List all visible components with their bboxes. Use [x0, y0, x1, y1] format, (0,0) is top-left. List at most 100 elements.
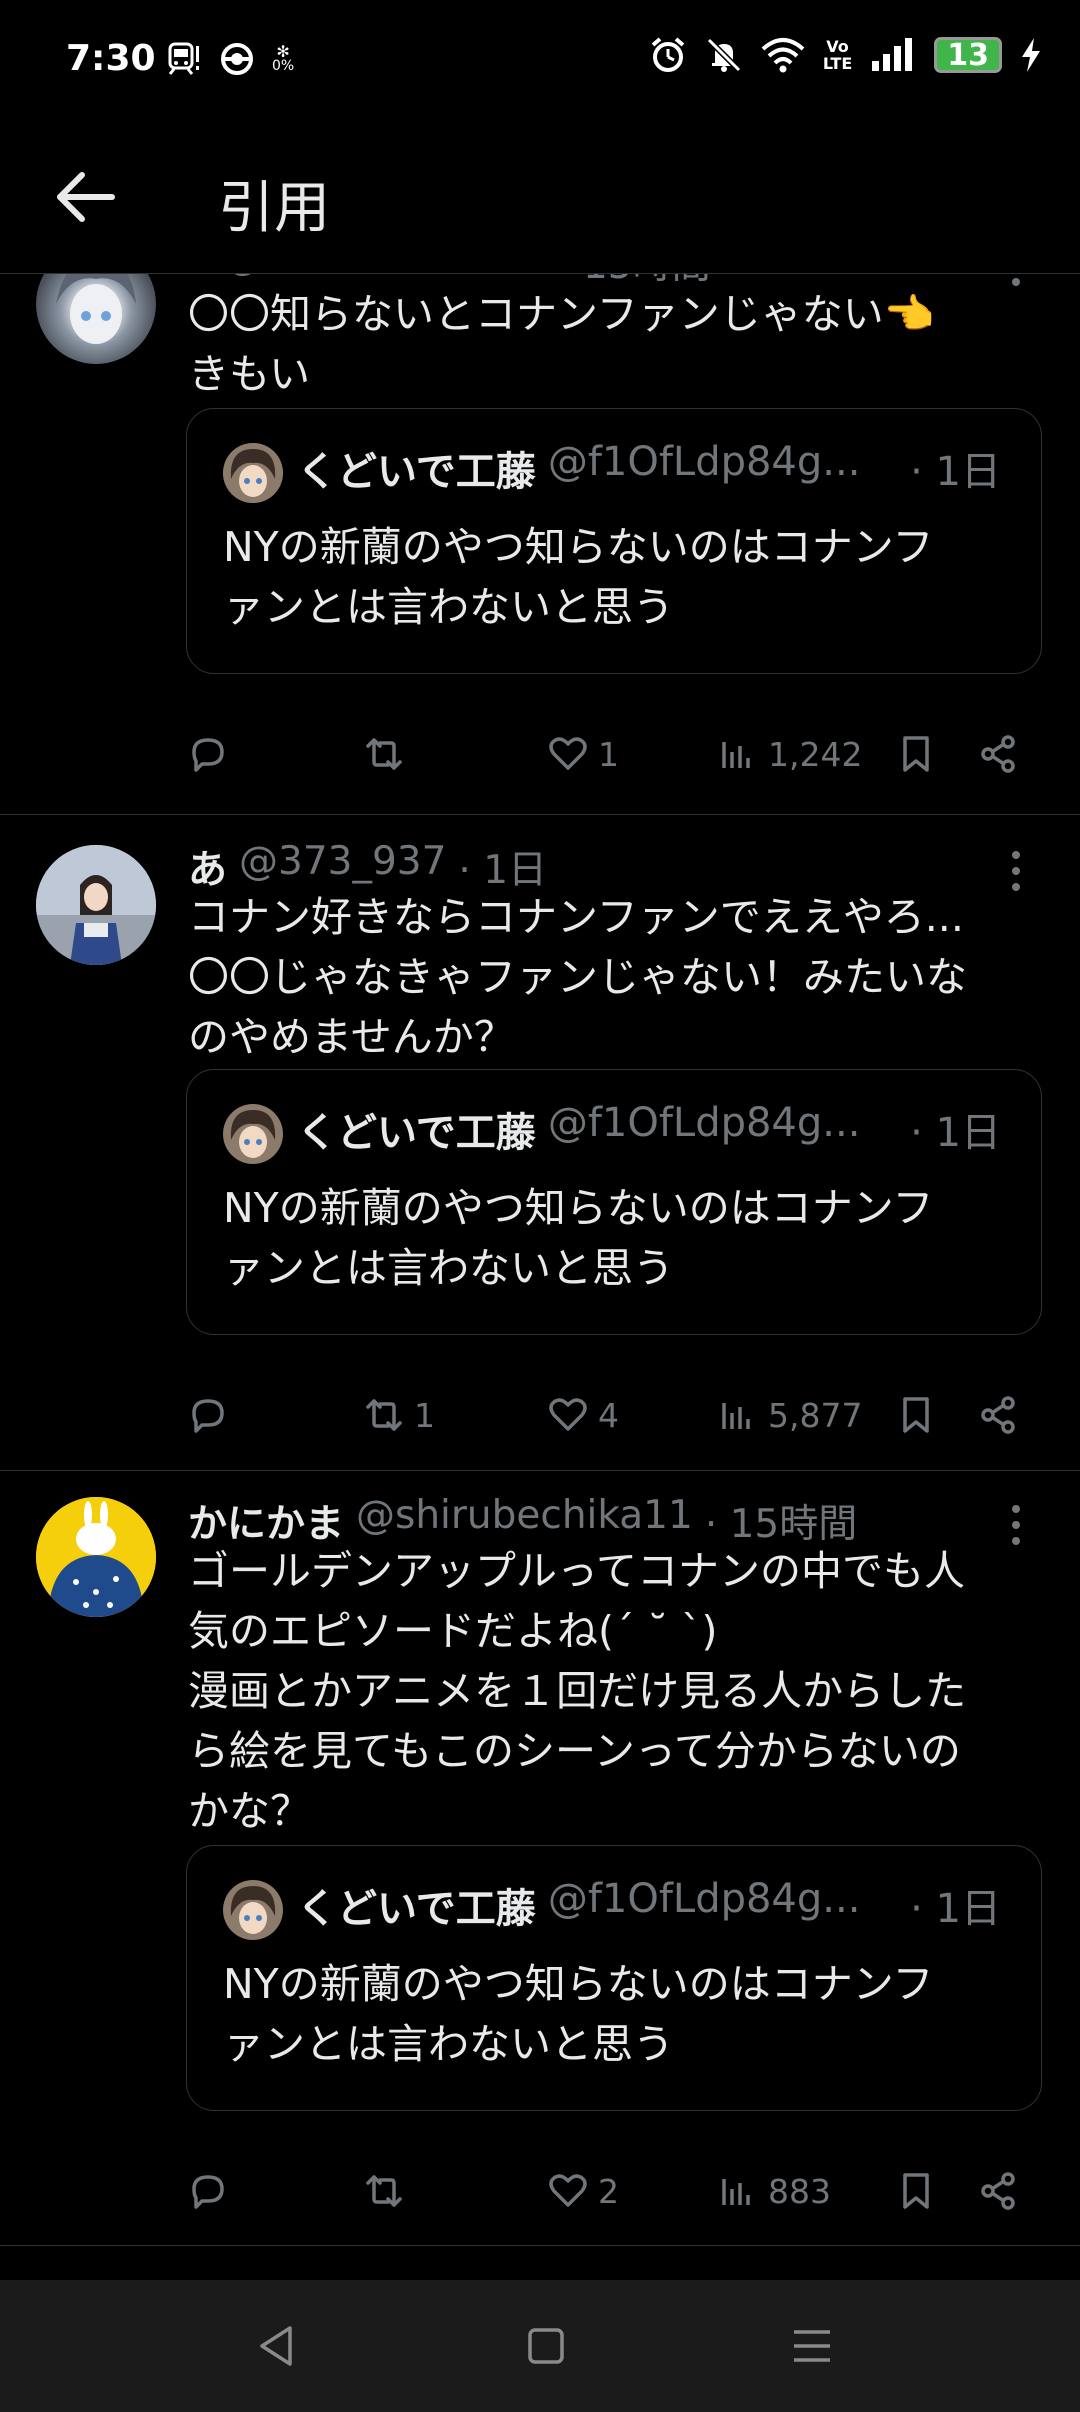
avatar-image — [36, 1497, 156, 1617]
page-title: 引用 — [218, 176, 330, 241]
retweet-icon — [366, 1399, 402, 1431]
reply-icon — [192, 738, 224, 772]
reply-button[interactable] — [186, 724, 238, 784]
heart-icon — [549, 2174, 587, 2207]
retweet-button[interactable] — [362, 724, 414, 784]
quoted-avatar — [223, 1104, 283, 1164]
analytics-icon — [722, 2179, 750, 2205]
arrow-left-icon — [57, 172, 115, 222]
back-button[interactable] — [54, 165, 118, 229]
quoted-avatar — [223, 1880, 283, 1940]
status-right-icons: Vo LTE 13 — [649, 36, 1042, 74]
status-bar: 7:30 ✻ 0% Vo LTE 13 — [0, 0, 1080, 125]
more-options-button[interactable] — [1006, 851, 1026, 891]
system-navigation-bar — [0, 2280, 1080, 2412]
share-icon — [981, 1396, 1015, 1434]
analytics-icon — [722, 742, 750, 768]
retweet-button[interactable]: 1 — [362, 1385, 435, 1445]
charging-icon — [1022, 38, 1040, 72]
quoted-time: · 1日 — [910, 1110, 1001, 1156]
tweet-text: 〇〇知らないとコナンファンじゃない👈 きもい — [188, 290, 935, 398]
avatar[interactable] — [36, 1497, 156, 1617]
views-button[interactable]: 1,242 — [716, 724, 862, 784]
signal-icon — [872, 38, 913, 71]
tweet[interactable]: かにかま @shirubechika11 · 15時間 ゴールデンアップルってコ… — [0, 1471, 1080, 2246]
quoted-name: くどいで工藤 — [297, 449, 536, 495]
like-button[interactable]: 1 — [546, 724, 619, 784]
bookmark-icon — [903, 2173, 929, 2209]
quoted-text: NYの新蘭のやつ知らないのはコナンフ ァンとは言わないと思う — [223, 1960, 934, 2068]
quoted-tweet[interactable]: くどいで工藤 @f1OfLdp84g... · 1日 NYの新蘭のやつ知らないの… — [186, 408, 1042, 674]
alarm-icon — [651, 37, 685, 72]
tweet-text: コナン好きならコナンファンでええやろ... 〇〇じゃなきゃファンじゃない！みたい… — [188, 893, 967, 1061]
tweet-actions: 2 883 — [186, 2161, 1046, 2221]
status-time: 7:30 — [66, 38, 156, 79]
avatar[interactable] — [36, 274, 156, 364]
nav-home-icon — [528, 2328, 564, 2364]
nav-recents-button[interactable] — [786, 2320, 838, 2372]
train-icon — [168, 42, 199, 75]
reply-icon — [192, 2175, 224, 2209]
avatar-image — [36, 845, 156, 965]
status-left-icons: ✻ 0% — [166, 42, 294, 76]
tweet[interactable]: • @OSIGABUNOMI · 15時間 〇〇知らないとコナンファンじゃない👈… — [0, 274, 1080, 815]
quoted-handle: @f1OfLdp84g... — [547, 439, 861, 485]
quoted-handle: @f1OfLdp84g... — [547, 1100, 861, 1146]
views-button[interactable]: 5,877 — [716, 1385, 862, 1445]
retweet-icon — [366, 2175, 402, 2207]
quoted-tweet[interactable]: くどいで工藤 @f1OfLdp84g... · 1日 NYの新蘭のやつ知らないの… — [186, 1845, 1042, 2111]
quoted-tweet[interactable]: くどいで工藤 @f1OfLdp84g... · 1日 NYの新蘭のやつ知らないの… — [186, 1069, 1042, 1335]
retweet-icon — [366, 738, 402, 770]
reply-icon — [192, 1399, 224, 1433]
reply-button[interactable] — [186, 2161, 238, 2221]
mute-icon — [706, 37, 741, 73]
wifi-icon — [761, 38, 805, 73]
avatar[interactable] — [36, 845, 156, 965]
share-button[interactable] — [976, 724, 1020, 784]
quoted-name: くどいで工藤 — [297, 1886, 536, 1932]
analytics-icon — [722, 1403, 750, 1429]
like-button[interactable]: 2 — [546, 2161, 619, 2221]
quoted-name: くどいで工藤 — [297, 1110, 536, 1156]
share-button[interactable] — [976, 2161, 1020, 2221]
heart-icon — [549, 737, 587, 770]
quoted-header: くどいで工藤 @f1OfLdp84g... — [297, 1100, 860, 1158]
tweet[interactable]: あ @373_937 · 1日 コナン好きならコナンファンでええやろ... 〇〇… — [0, 815, 1080, 1471]
share-icon — [981, 735, 1015, 773]
tweet-text: ゴールデンアップルってコナンの中でも人 気のエピソードだよね(ˊ ˘ ˋ) 漫画… — [188, 1547, 967, 1835]
bookmark-icon — [903, 1397, 929, 1433]
sync-icon — [221, 43, 253, 75]
nav-back-icon — [260, 2326, 292, 2366]
bookmark-button[interactable] — [894, 2161, 938, 2221]
more-options-button[interactable] — [1006, 1505, 1026, 1545]
volte-icon: Vo LTE — [822, 37, 853, 73]
reply-button[interactable] — [186, 1385, 238, 1445]
quoted-handle: @f1OfLdp84g... — [547, 1876, 861, 1922]
quoted-time: · 1日 — [910, 1886, 1001, 1932]
battery-indicator: 13 — [934, 37, 1002, 73]
tweet-actions: 1 4 5,877 — [186, 1385, 1046, 1445]
quoted-header: くどいで工藤 @f1OfLdp84g... — [297, 1876, 860, 1934]
views-button[interactable]: 883 — [716, 2161, 831, 2221]
heart-icon — [549, 1398, 587, 1431]
tweet-actions: 1 1,242 — [186, 724, 1046, 784]
nav-menu-icon — [794, 2330, 830, 2362]
share-button[interactable] — [976, 1385, 1020, 1445]
share-icon — [981, 2172, 1015, 2210]
quoted-header: くどいで工藤 @f1OfLdp84g... — [297, 439, 860, 497]
avatar-image — [56, 274, 136, 344]
bookmark-button[interactable] — [894, 724, 938, 784]
bookmark-button[interactable] — [894, 1385, 938, 1445]
nav-back-button[interactable] — [252, 2320, 304, 2372]
quoted-text: NYの新蘭のやつ知らないのはコナンフ ァンとは言わないと思う — [223, 523, 934, 631]
retweet-button[interactable] — [362, 2161, 414, 2221]
bookmark-icon — [903, 736, 929, 772]
like-button[interactable]: 4 — [546, 1385, 619, 1445]
quoted-avatar — [223, 443, 283, 503]
nav-home-button[interactable] — [520, 2320, 572, 2372]
quoted-text: NYの新蘭のやつ知らないのはコナンフ ァンとは言わないと思う — [223, 1184, 934, 1292]
top-app-bar: 引用 — [0, 125, 1080, 274]
quoted-time: · 1日 — [910, 449, 1001, 495]
quote-feed[interactable]: • @OSIGABUNOMI · 15時間 〇〇知らないとコナンファンじゃない👈… — [0, 274, 1080, 2248]
data-saver-icon: ✻ 0% — [272, 42, 295, 74]
